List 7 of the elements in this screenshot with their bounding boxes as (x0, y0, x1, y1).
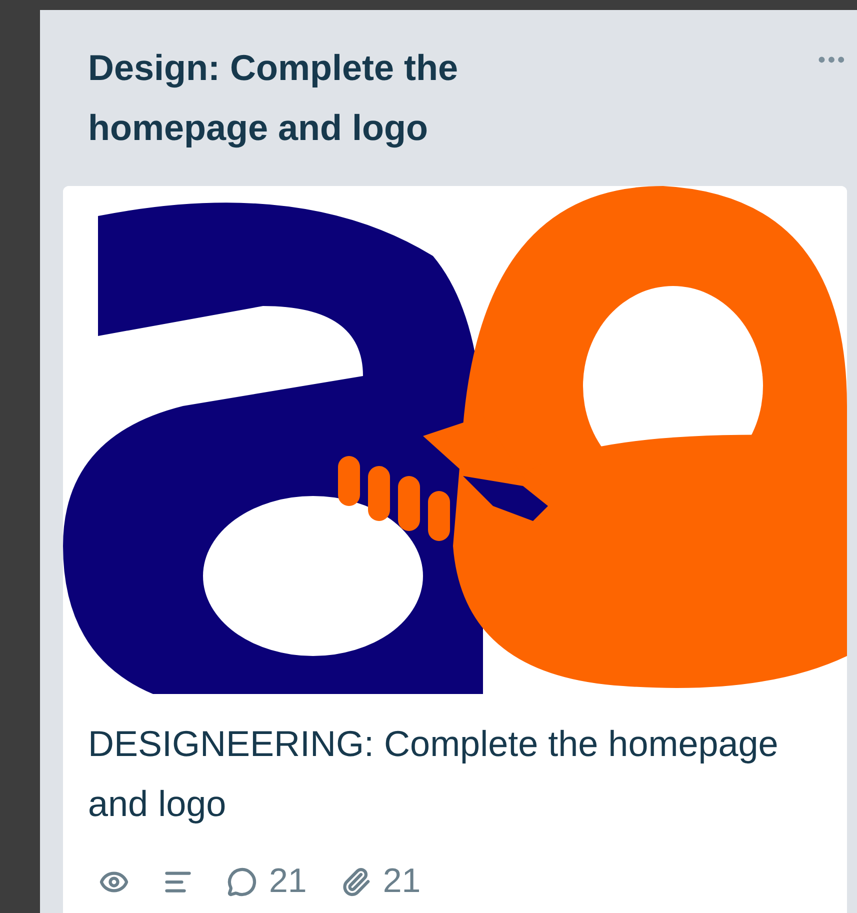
card[interactable]: DESIGNEERING: Complete the homepage and logo 21 21 (63, 186, 847, 913)
paperclip-icon (340, 866, 371, 896)
card-title: DESIGNEERING: Complete the homepage and logo (87, 722, 780, 826)
list-title: Design: Complete the homepage and logo (88, 46, 460, 150)
count: 21 (382, 862, 421, 901)
comment-icon (227, 866, 257, 896)
count: 21 (269, 862, 307, 901)
